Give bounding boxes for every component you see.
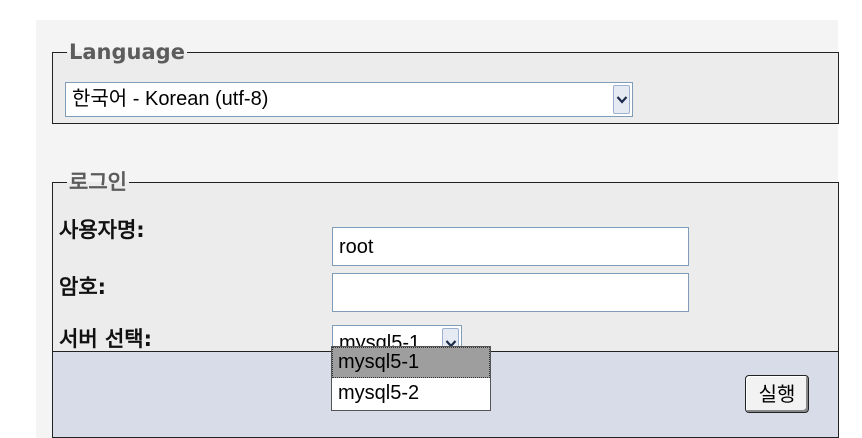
password-input[interactable] <box>332 273 689 312</box>
login-legend: 로그인 <box>69 170 127 194</box>
server-label: 서버 선택: <box>59 327 152 351</box>
submit-button[interactable]: 실행 <box>745 375 809 413</box>
server-dropdown-list: mysql5-1 mysql5-2 <box>331 346 491 411</box>
language-legend: Language <box>69 40 185 64</box>
password-label: 암호: <box>59 275 107 299</box>
language-select[interactable]: 한국어 - Korean (utf-8) <box>65 82 633 117</box>
language-fieldset: Language 한국어 - Korean (utf-8) <box>52 42 839 124</box>
server-option[interactable]: mysql5-2 <box>332 378 490 409</box>
username-label: 사용자명: <box>59 218 145 242</box>
language-select-value: 한국어 - Korean (utf-8) <box>72 88 269 110</box>
username-input[interactable]: root <box>332 227 689 266</box>
chevron-down-icon[interactable] <box>613 85 630 114</box>
server-option[interactable]: mysql5-1 <box>332 347 490 378</box>
